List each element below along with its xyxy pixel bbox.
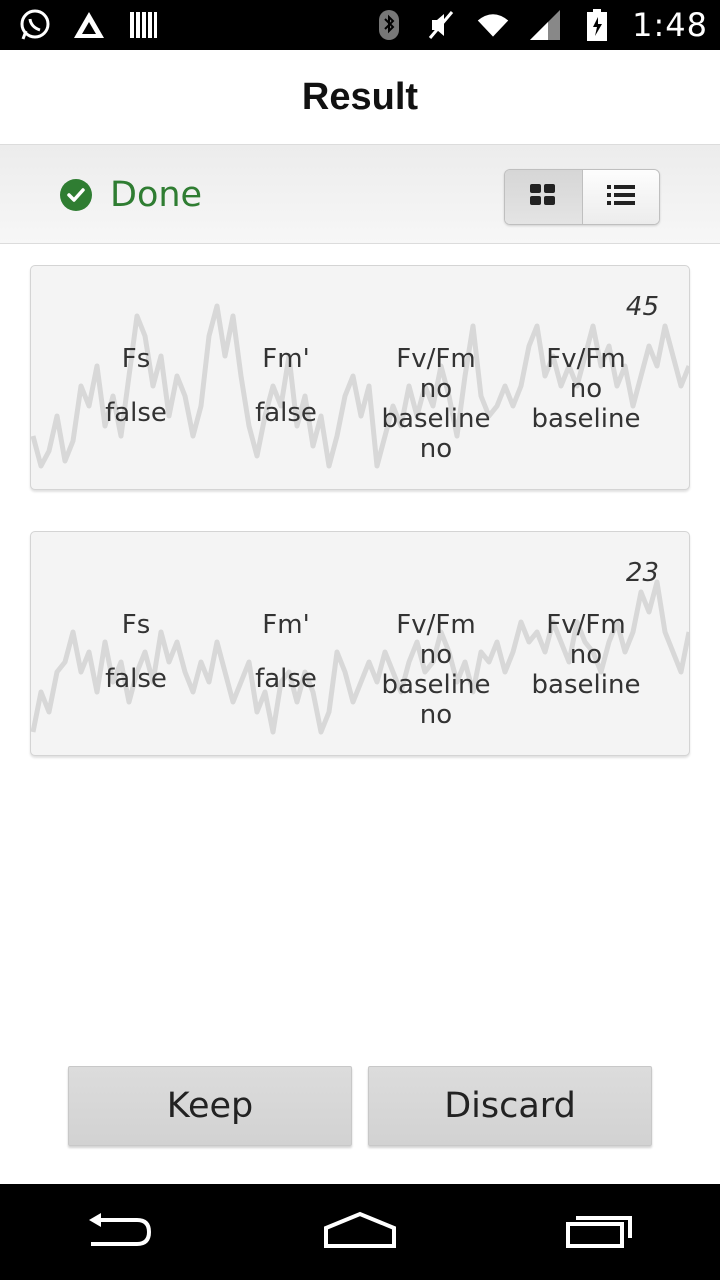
status-header: Done — [0, 144, 720, 244]
grid-view-button[interactable] — [505, 170, 583, 224]
column-fs: Fs false — [61, 610, 211, 730]
clock-time: 1:48 — [632, 6, 708, 44]
wifi-icon — [476, 8, 510, 42]
page-title: Result — [301, 75, 419, 118]
muted-icon — [424, 8, 458, 42]
recents-icon — [564, 1210, 636, 1255]
column-label: Fv/Fm no baseline — [531, 610, 641, 700]
column-label: Fm' — [262, 344, 310, 374]
column-label: Fv/Fm no baseline no — [381, 344, 491, 464]
list-view-button[interactable] — [582, 170, 659, 224]
column-fm-prime: Fm' false — [211, 344, 361, 464]
column-fs: Fs false — [61, 344, 211, 464]
triangle-app-icon — [72, 8, 106, 42]
list-icon — [606, 183, 636, 212]
signal-icon — [528, 8, 562, 42]
column-label: Fm' — [262, 610, 310, 640]
status-indicator: Done — [60, 175, 202, 215]
discard-button[interactable]: Discard — [368, 1066, 652, 1146]
result-card[interactable]: 23 Fs false Fm' false Fv/Fm no baseline … — [30, 531, 690, 756]
column-label: Fs — [121, 344, 151, 374]
back-icon — [85, 1210, 155, 1255]
title-bar: Result — [0, 50, 720, 144]
view-mode-toggle — [504, 169, 660, 225]
column-value: false — [105, 398, 167, 428]
navigation-bar — [0, 1184, 720, 1280]
card-columns: Fs false Fm' false Fv/Fm no baseline no … — [61, 344, 661, 464]
column-fv-fm-a: Fv/Fm no baseline no — [361, 610, 511, 730]
column-fv-fm-b: Fv/Fm no baseline — [511, 344, 661, 464]
column-label: Fv/Fm no baseline — [531, 344, 641, 434]
back-button[interactable] — [70, 1202, 170, 1262]
sample-count: 45 — [625, 292, 659, 322]
bluetooth-icon — [372, 8, 406, 42]
column-value: false — [105, 664, 167, 694]
barcode-icon — [126, 8, 160, 42]
home-icon — [322, 1210, 398, 1255]
status-bar: 1:48 — [0, 0, 720, 50]
column-label: Fs — [121, 610, 151, 640]
column-label: Fv/Fm no baseline no — [381, 610, 491, 730]
recents-button[interactable] — [550, 1202, 650, 1262]
status-label: Done — [110, 175, 203, 215]
column-fv-fm-a: Fv/Fm no baseline no — [361, 344, 511, 464]
whatsapp-icon — [18, 8, 52, 42]
home-button[interactable] — [310, 1202, 410, 1262]
card-columns: Fs false Fm' false Fv/Fm no baseline no … — [61, 610, 661, 730]
column-fv-fm-b: Fv/Fm no baseline — [511, 610, 661, 730]
grid-icon — [529, 183, 557, 212]
battery-icon — [580, 8, 614, 42]
column-value: false — [255, 664, 317, 694]
column-value: false — [255, 398, 317, 428]
sample-count: 23 — [625, 558, 659, 588]
check-circle-icon — [60, 179, 92, 211]
result-card[interactable]: 45 Fs false Fm' false Fv/Fm no baseline … — [30, 265, 690, 490]
keep-button[interactable]: Keep — [68, 1066, 352, 1146]
column-fm-prime: Fm' false — [211, 610, 361, 730]
